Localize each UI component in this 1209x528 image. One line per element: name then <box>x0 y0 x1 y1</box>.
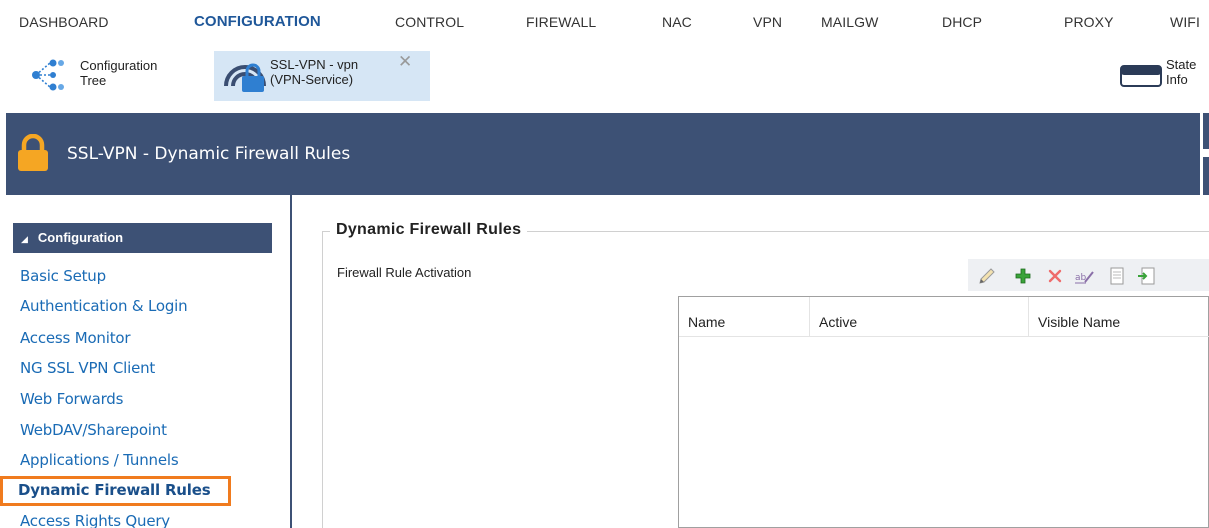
firewall-rule-activation-label: Firewall Rule Activation <box>337 265 472 280</box>
sidebar-item-authentication-login[interactable]: Authentication & Login <box>20 297 188 315</box>
column-header-visible-name[interactable]: Visible Name <box>1029 297 1209 337</box>
nav-firewall[interactable]: FIREWALL <box>526 14 596 30</box>
sidebar: ◢ Configuration Basic Setup Authenticatio… <box>0 195 292 528</box>
group-border-left <box>322 231 323 528</box>
sidebar-item-basic-setup[interactable]: Basic Setup <box>20 267 106 285</box>
server-icon <box>1120 62 1162 90</box>
window-edge <box>1203 113 1209 195</box>
nav-configuration[interactable]: CONFIGURATION <box>194 13 321 30</box>
nav-mailgw[interactable]: MAILGW <box>821 14 878 30</box>
edit-icon[interactable] <box>976 265 998 287</box>
collapse-triangle-icon: ◢ <box>21 234 28 244</box>
top-navigation: DASHBOARD CONFIGURATION CONTROL FIREWALL… <box>0 0 1209 50</box>
state-info-line1: State <box>1166 57 1197 72</box>
nav-wifi[interactable]: WIFI <box>1170 14 1200 30</box>
configuration-tree-line1: Configuration <box>80 58 158 73</box>
add-icon[interactable] <box>1012 265 1034 287</box>
sidebar-item-dynamic-firewall-rules[interactable]: Dynamic Firewall Rules <box>0 476 232 506</box>
rules-toolbar: ab <box>968 259 1209 291</box>
configuration-tree-line2: Tree <box>80 73 107 88</box>
paste-icon[interactable] <box>1136 265 1158 287</box>
close-tab-icon[interactable]: ✕ <box>398 52 412 72</box>
nav-vpn[interactable]: VPN <box>753 14 782 30</box>
lock-icon <box>17 133 49 172</box>
column-header-active[interactable]: Active <box>810 297 1028 337</box>
tab-ssl-vpn-label: SSL-VPN - vpn (VPN-Service) <box>270 57 358 87</box>
group-title: Dynamic Firewall Rules <box>330 221 528 239</box>
configuration-tree-label: Configuration Tree <box>80 58 157 88</box>
sidebar-item-applications-tunnels[interactable]: Applications / Tunnels <box>20 451 179 469</box>
column-header-name[interactable]: Name <box>679 297 809 337</box>
sidebar-item-webdav-sharepoint[interactable]: WebDAV/Sharepoint <box>20 421 167 439</box>
sidebar-item-access-monitor[interactable]: Access Monitor <box>20 329 131 347</box>
tab-ssl-vpn[interactable]: SSL-VPN - vpn (VPN-Service) ✕ <box>214 51 430 101</box>
nav-dashboard[interactable]: DASHBOARD <box>19 14 109 30</box>
state-info-line2: Info <box>1166 72 1188 87</box>
table-header: Name Active Visible Name <box>679 297 1209 337</box>
sidebar-item-web-forwards[interactable]: Web Forwards <box>20 390 123 408</box>
nav-dhcp[interactable]: DHCP <box>942 14 982 30</box>
sidebar-section-label: Configuration <box>37 230 124 245</box>
state-info-button[interactable]: State Info <box>1120 52 1209 96</box>
sidebar-item-access-rights-query[interactable]: Access Rights Query <box>20 512 170 528</box>
state-info-label: State Info <box>1166 57 1196 87</box>
sidebar-item-ng-ssl-vpn-client[interactable]: NG SSL VPN Client <box>20 359 155 377</box>
delete-icon[interactable] <box>1044 265 1066 287</box>
nav-proxy[interactable]: PROXY <box>1064 14 1114 30</box>
page-header: SSL-VPN - Dynamic Firewall Rules <box>6 113 1200 195</box>
vpn-service-icon <box>222 56 268 94</box>
tab-ssl-vpn-line1: SSL-VPN - vpn <box>270 57 359 72</box>
tree-icon <box>30 57 76 93</box>
tab-ssl-vpn-line2: (VPN-Service) <box>270 72 354 87</box>
rename-icon[interactable]: ab <box>1074 265 1096 287</box>
nav-control[interactable]: CONTROL <box>395 14 464 30</box>
sidebar-section-configuration[interactable]: ◢ Configuration <box>13 223 272 253</box>
tab-bar: Configuration Tree SSL-VPN - vpn (VPN-Se… <box>0 50 1209 102</box>
page-title: SSL-VPN - Dynamic Firewall Rules <box>67 144 351 164</box>
nav-nac[interactable]: NAC <box>662 14 692 30</box>
firewall-rules-table[interactable]: Name Active Visible Name <box>678 296 1209 528</box>
copy-icon[interactable] <box>1106 265 1128 287</box>
configuration-tree-button[interactable]: Configuration Tree <box>30 52 200 96</box>
